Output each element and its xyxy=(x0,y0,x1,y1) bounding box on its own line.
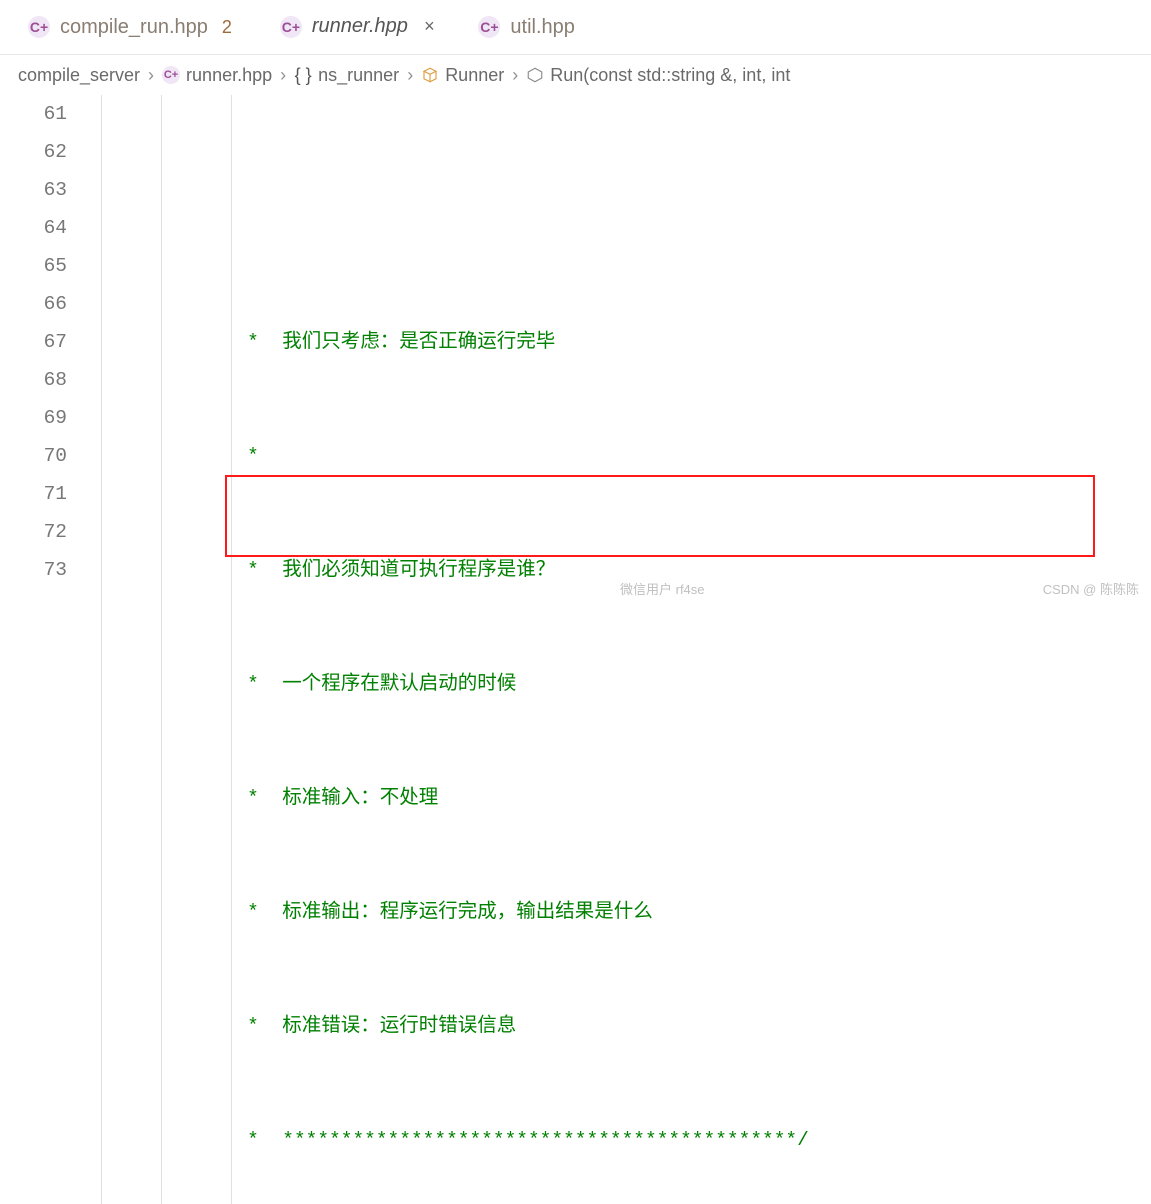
cpp-icon: C+ xyxy=(162,66,180,84)
code-line[interactable]: * **************************************… xyxy=(95,1121,1151,1159)
code-area[interactable]: * 我们只考虑：是否正确运行完毕 * * 我们必须知道可执行程序是谁？ * 一个… xyxy=(95,95,1151,1204)
line-number-gutter: 61 62 63 64 65 66 67 68 69 70 71 72 73 xyxy=(0,95,95,1204)
class-icon xyxy=(421,66,439,84)
code-line[interactable]: * xyxy=(95,437,1151,475)
cpp-icon: C+ xyxy=(280,16,302,38)
tab-label: compile_run.hpp xyxy=(60,16,208,39)
line-number: 62 xyxy=(0,133,67,171)
chevron-right-icon: › xyxy=(280,65,286,86)
breadcrumb-namespace[interactable]: { } ns_runner xyxy=(294,65,399,86)
tab-runner[interactable]: C+ runner.hpp × xyxy=(264,0,451,54)
chevron-right-icon: › xyxy=(512,65,518,86)
cpp-icon: C+ xyxy=(478,16,500,38)
cpp-icon: C+ xyxy=(28,16,50,38)
line-number: 71 xyxy=(0,475,67,513)
code-line[interactable]: * 一个程序在默认启动的时候 xyxy=(95,665,1151,703)
line-number: 73 xyxy=(0,551,67,589)
breadcrumb-folder[interactable]: compile_server xyxy=(18,65,140,86)
breadcrumb: compile_server › C+ runner.hpp › { } ns_… xyxy=(0,55,1151,95)
method-icon xyxy=(526,66,544,84)
line-number: 72 xyxy=(0,513,67,551)
code-line[interactable]: * 我们必须知道可执行程序是谁？ xyxy=(95,551,1151,589)
breadcrumb-class[interactable]: Runner xyxy=(421,65,504,86)
tabs-bar: C+ compile_run.hpp 2 C+ runner.hpp × C+ … xyxy=(0,0,1151,55)
code-editor[interactable]: 61 62 63 64 65 66 67 68 69 70 71 72 73 *… xyxy=(0,95,1151,1204)
tab-badge: 2 xyxy=(218,17,236,38)
chevron-right-icon: › xyxy=(148,65,154,86)
line-number: 66 xyxy=(0,285,67,323)
code-line[interactable]: * 标准错误：运行时错误信息 xyxy=(95,1007,1151,1045)
code-line[interactable]: * 标准输出：程序运行完成，输出结果是什么 xyxy=(95,893,1151,931)
code-line[interactable]: * 标准输入：不处理 xyxy=(95,779,1151,817)
breadcrumb-method[interactable]: Run(const std::string &, int, int xyxy=(526,65,790,86)
line-number: 69 xyxy=(0,399,67,437)
tab-label: util.hpp xyxy=(510,16,575,39)
tab-util[interactable]: C+ util.hpp xyxy=(462,0,591,54)
tab-compile-run[interactable]: C+ compile_run.hpp 2 xyxy=(12,0,252,54)
breadcrumb-file[interactable]: C+ runner.hpp xyxy=(162,65,272,86)
line-number: 65 xyxy=(0,247,67,285)
tab-label: runner.hpp xyxy=(312,15,408,38)
line-number: 63 xyxy=(0,171,67,209)
line-number: 68 xyxy=(0,361,67,399)
line-number: 64 xyxy=(0,209,67,247)
line-number: 70 xyxy=(0,437,67,475)
annotation-box xyxy=(225,475,1095,557)
close-icon[interactable]: × xyxy=(424,16,435,37)
line-number: 61 xyxy=(0,95,67,133)
chevron-right-icon: › xyxy=(407,65,413,86)
line-number: 67 xyxy=(0,323,67,361)
code-line[interactable]: * 我们只考虑：是否正确运行完毕 xyxy=(95,323,1151,361)
namespace-icon: { } xyxy=(294,66,312,84)
